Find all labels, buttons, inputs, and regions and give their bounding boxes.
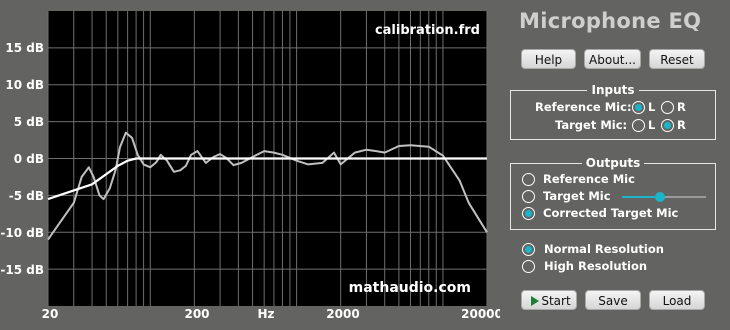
output-corrected-target-mic-radio[interactable] <box>522 207 535 220</box>
target-mic-level-thumb[interactable] <box>654 192 665 202</box>
y-tick-label: -5 dB <box>9 189 44 203</box>
y-tick-label: 15 dB <box>5 41 44 55</box>
about-button[interactable]: About... <box>584 49 641 69</box>
y-tick-label: -10 dB <box>0 226 44 240</box>
x-axis-unit-label: Hz <box>257 307 274 321</box>
plot-canvas: 15 dB 10 dB 5 dB 0 dB -5 dB -10 dB -15 d… <box>0 11 500 321</box>
frequency-response-graph: 15 dB 10 dB 5 dB 0 dB -5 dB -10 dB -15 d… <box>0 0 500 330</box>
output-reference-mic-label: Reference Mic <box>543 172 635 186</box>
target-mic-label: Target Mic: <box>555 118 628 132</box>
reference-mic-left-label: L <box>648 100 656 114</box>
reference-mic-right-label: R <box>677 100 686 114</box>
output-corrected-target-mic-label: Corrected Target Mic <box>543 206 679 220</box>
target-mic-left-label: L <box>648 118 656 132</box>
normal-resolution-radio[interactable] <box>522 243 535 256</box>
target-mic-right-radio[interactable] <box>661 119 674 132</box>
y-tick-label: 10 dB <box>5 78 44 92</box>
start-button[interactable]: Start <box>521 290 577 310</box>
output-reference-mic-radio[interactable] <box>522 173 535 186</box>
start-button-label: Start <box>541 294 571 308</box>
reference-mic-left-radio[interactable] <box>632 101 645 114</box>
high-resolution-label: High Resolution <box>544 259 648 273</box>
filename-overlay: calibration.frd <box>375 23 480 38</box>
app-title: Microphone EQ <box>519 9 702 33</box>
y-tick-label: 5 dB <box>14 115 44 129</box>
y-tick-label: 0 dB <box>14 152 44 166</box>
normal-resolution-label: Normal Resolution <box>544 242 664 256</box>
inputs-group: Inputs <box>510 83 716 140</box>
x-tick-label: 200 <box>184 307 209 321</box>
high-resolution-radio[interactable] <box>522 260 535 273</box>
output-target-mic-radio[interactable] <box>522 190 535 203</box>
x-tick-label: 2000 <box>326 307 359 321</box>
watermark-text: mathaudio.com <box>349 280 471 296</box>
x-axis-labels: 20 200 Hz 2000 20000 <box>42 307 500 321</box>
target-mic-right-label: R <box>677 118 686 132</box>
save-button[interactable]: Save <box>585 290 641 310</box>
target-mic-left-radio[interactable] <box>632 119 645 132</box>
help-button[interactable]: Help <box>521 49 576 69</box>
y-axis-labels: 15 dB 10 dB 5 dB 0 dB -5 dB -10 dB -15 d… <box>0 41 44 277</box>
x-tick-label: 20000 <box>461 307 500 321</box>
x-tick-label: 20 <box>42 307 59 321</box>
inputs-group-title: Inputs <box>511 82 715 98</box>
reference-mic-label: Reference Mic: <box>535 100 632 114</box>
outputs-group-title: Outputs <box>511 155 715 171</box>
load-button[interactable]: Load <box>649 290 705 310</box>
y-tick-label: -15 dB <box>0 263 44 277</box>
play-icon <box>531 296 539 306</box>
reset-button[interactable]: Reset <box>649 49 705 69</box>
output-target-mic-label: Target Mic <box>543 189 611 203</box>
reference-mic-right-radio[interactable] <box>661 101 674 114</box>
